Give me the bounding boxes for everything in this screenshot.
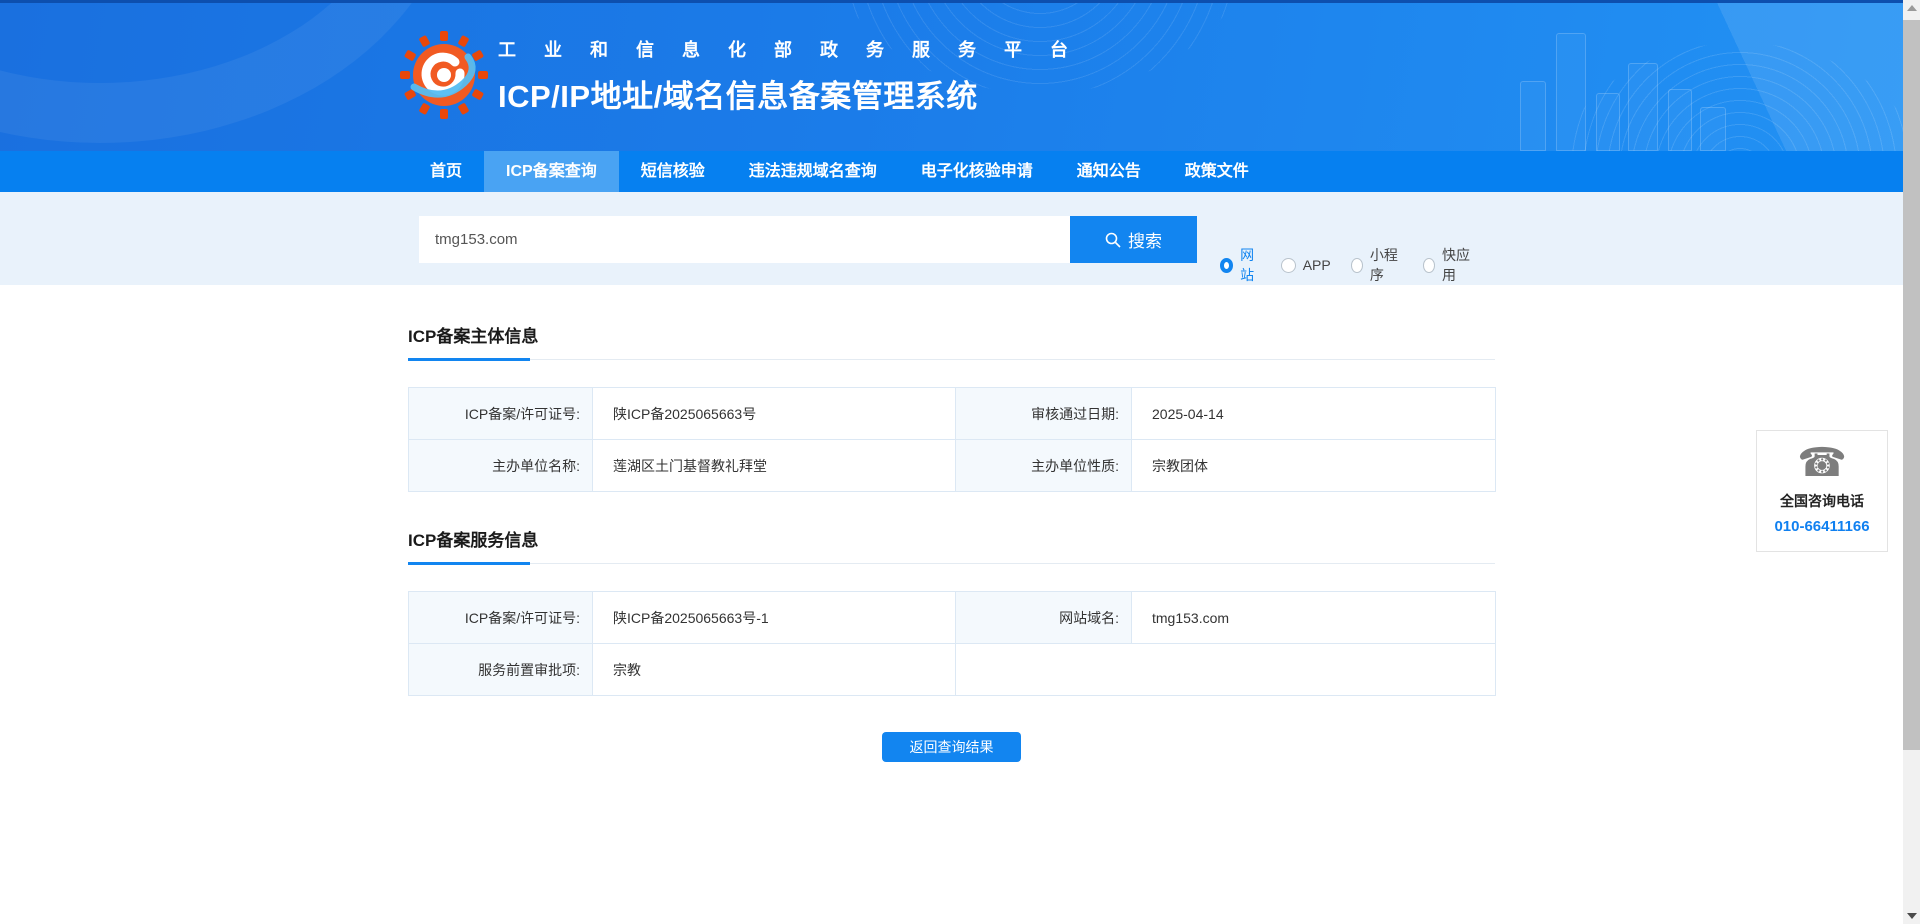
radio-dot-icon — [1281, 258, 1296, 273]
contact-label: 全国咨询电话 — [1757, 491, 1887, 511]
search-section: 搜索 网站 APP 小程序 快应用 — [0, 192, 1903, 285]
nav-item-electronic-verify[interactable]: 电子化核验申请 — [899, 151, 1055, 192]
service-section-title: ICP备案服务信息 — [408, 526, 538, 551]
radio-dot-icon — [1351, 258, 1363, 273]
platform-name: 工业和信息化部政务服务平台 — [498, 36, 1495, 62]
search-type-radio-group: 网站 APP 小程序 快应用 — [1220, 245, 1495, 285]
search-button[interactable]: 搜索 — [1070, 216, 1197, 263]
field-label: 网站域名: — [956, 592, 1132, 644]
field-label: ICP备案/许可证号: — [409, 592, 593, 644]
nav-item-policy-files[interactable]: 政策文件 — [1163, 151, 1271, 192]
back-to-results-button[interactable]: 返回查询结果 — [882, 732, 1021, 762]
nav-item-sms-verify[interactable]: 短信核验 — [619, 151, 727, 192]
field-value: tmg153.com — [1132, 592, 1496, 644]
subject-section-head: ICP备案主体信息 — [408, 322, 1495, 360]
contact-card: ☎ 全国咨询电话 010-66411166 — [1756, 430, 1888, 552]
main-nav: 首页 ICP备案查询 短信核验 违法违规域名查询 电子化核验申请 通知公告 政策… — [0, 151, 1903, 192]
radio-app[interactable]: APP — [1281, 257, 1331, 273]
search-icon — [1105, 232, 1121, 248]
field-value: 宗教团体 — [1132, 440, 1496, 492]
field-value: 宗教 — [593, 644, 956, 696]
radio-website[interactable]: 网站 — [1220, 245, 1261, 285]
field-value: 陕ICP备2025065663号-1 — [593, 592, 956, 644]
scrollbar-down-arrow-icon[interactable] — [1907, 913, 1917, 919]
field-label: ICP备案/许可证号: — [409, 388, 593, 440]
service-info-table: ICP备案/许可证号: 陕ICP备2025065663号-1 网站域名: tmg… — [408, 591, 1496, 696]
field-label: 服务前置审批项: — [409, 644, 593, 696]
main-content: ICP备案主体信息 ICP备案/许可证号: 陕ICP备2025065663号 审… — [408, 322, 1495, 762]
header-decoration-swoosh — [0, 3, 460, 143]
field-value: 莲湖区土门基督教礼拜堂 — [593, 440, 956, 492]
radio-dot-icon — [1423, 258, 1435, 273]
vertical-scrollbar[interactable] — [1903, 0, 1920, 924]
nav-item-icp-query[interactable]: ICP备案查询 — [484, 151, 619, 192]
table-row: ICP备案/许可证号: 陕ICP备2025065663号-1 网站域名: tmg… — [409, 592, 1496, 644]
table-row: ICP备案/许可证号: 陕ICP备2025065663号 审核通过日期: 202… — [409, 388, 1496, 440]
nav-item-notices[interactable]: 通知公告 — [1055, 151, 1163, 192]
telephone-icon: ☎ — [1757, 443, 1887, 483]
scrollbar-thumb[interactable] — [1903, 20, 1920, 750]
contact-phone-number: 010-66411166 — [1757, 518, 1887, 535]
field-label: 审核通过日期: — [956, 388, 1132, 440]
empty-cell — [956, 644, 1496, 696]
service-section-head: ICP备案服务信息 — [408, 526, 1495, 564]
nav-item-home[interactable]: 首页 — [408, 151, 484, 192]
table-row: 服务前置审批项: 宗教 — [409, 644, 1496, 696]
subject-section-title: ICP备案主体信息 — [408, 322, 538, 347]
radio-quick-app[interactable]: 快应用 — [1423, 245, 1475, 285]
gear-e-logo-icon — [398, 29, 490, 121]
nav-item-illegal-domain-query[interactable]: 违法违规域名查询 — [727, 151, 899, 192]
page-title: ICP/IP地址/域名信息备案管理系统 — [498, 71, 1495, 116]
search-input[interactable] — [419, 216, 1070, 263]
field-label: 主办单位名称: — [409, 440, 593, 492]
field-value: 2025-04-14 — [1132, 388, 1496, 440]
radio-dot-icon — [1220, 258, 1233, 273]
search-button-label: 搜索 — [1128, 227, 1162, 252]
radio-mini-program[interactable]: 小程序 — [1351, 245, 1403, 285]
header-decoration-buildings — [1500, 13, 1760, 151]
field-label: 主办单位性质: — [956, 440, 1132, 492]
scrollbar-up-arrow-icon[interactable] — [1907, 5, 1917, 11]
subject-info-table: ICP备案/许可证号: 陕ICP备2025065663号 审核通过日期: 202… — [408, 387, 1496, 492]
page: 工业和信息化部政务服务平台 ICP/IP地址/域名信息备案管理系统 首页 ICP… — [0, 0, 1903, 924]
field-value: 陕ICP备2025065663号 — [593, 388, 956, 440]
site-header: 工业和信息化部政务服务平台 ICP/IP地址/域名信息备案管理系统 — [0, 3, 1903, 151]
table-row: 主办单位名称: 莲湖区土门基督教礼拜堂 主办单位性质: 宗教团体 — [409, 440, 1496, 492]
